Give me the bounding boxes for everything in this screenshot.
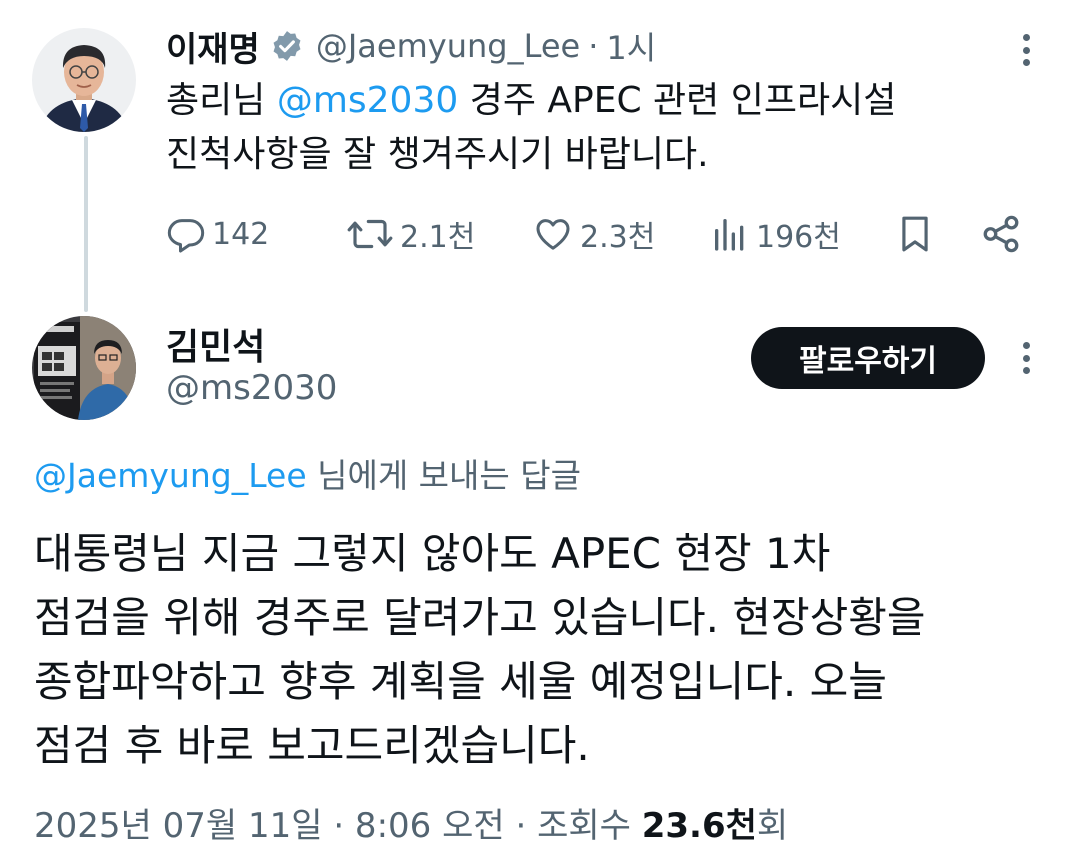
tweet2-text-line: 점검 후 바로 보고드리겠습니다. (34, 721, 590, 770)
verified-badge-icon (270, 29, 304, 63)
like-icon (536, 219, 570, 250)
like-count: 2.3천 (580, 220, 656, 255)
share-icon (983, 215, 1019, 253)
tweet2-text-line: 대통령님 지금 그렇지 않아도 APEC 현장 1차 (34, 529, 831, 578)
retweet-icon (347, 219, 393, 249)
reply-button[interactable]: 142 (166, 206, 269, 262)
tweet1-more-icon[interactable] (1014, 30, 1038, 70)
views-icon (715, 219, 744, 251)
tweet2-view-suffix: 회 (756, 806, 789, 846)
thread-connector-line (84, 136, 88, 312)
tweet1-mention-link[interactable]: @ms2030 (277, 80, 458, 121)
tweet1-author-handle[interactable]: @Jaemyung_Lee (316, 27, 580, 65)
retweet-button[interactable]: 2.1천 (346, 206, 475, 262)
tweet1-author-name[interactable]: 이재명 (166, 22, 260, 71)
tweet1-timestamp[interactable]: 1시 (606, 23, 656, 69)
replying-to-line: @Jaemyung_Lee 님에게 보내는 답글 (34, 449, 581, 497)
author-avatar-jaemyung[interactable] (32, 28, 136, 132)
tweet1-header: 이재명 @Jaemyung_Lee · 1시 (166, 20, 656, 72)
like-button[interactable]: 2.3천 (532, 206, 655, 262)
retweet-count: 2.1천 (400, 220, 476, 255)
author-avatar-minseok[interactable] (32, 316, 136, 420)
tweet2-view-count: 23.6천 (641, 806, 757, 846)
tweet1-text-line1-rest: 경주 APEC 관련 인프라시설 (458, 80, 897, 121)
tweet1-text-prefix: 총리님 (166, 80, 277, 121)
reply-count: 142 (212, 216, 270, 252)
tweet1-action-bar: 142 2.1천 2.3천 196천 (166, 206, 1036, 262)
tweet2-author-name[interactable]: 김민석 (166, 318, 265, 370)
share-button[interactable] (980, 206, 1022, 262)
bookmark-button[interactable] (896, 206, 934, 262)
bookmark-icon (902, 216, 928, 252)
views-button[interactable]: 196천 (710, 206, 841, 262)
tweet2-more-icon[interactable] (1014, 338, 1038, 378)
tweet2-metadata: 2025년 07월 11일 · 8:06 오전 · 조회수 23.6천회 (34, 798, 788, 847)
tweet2-date-time[interactable]: 2025년 07월 11일 · 8:06 오전 · 조회수 (34, 806, 642, 846)
reply-icon (167, 219, 205, 253)
reply-to-handle-link[interactable]: @Jaemyung_Lee (34, 456, 307, 495)
header-separator: · (588, 27, 599, 65)
tweet2-text-line: 종합파악하고 향후 계획을 세울 예정입니다. 오늘 (34, 657, 887, 706)
tweet2-text: 대통령님 지금 그렇지 않아도 APEC 현장 1차 점검을 위해 경주로 달려… (34, 522, 1064, 778)
tweet2-author-handle[interactable]: @ms2030 (166, 368, 337, 408)
tweet2-text-line: 점검을 위해 경주로 달려가고 있습니다. 현장상황을 (34, 593, 926, 642)
tweet1-text: 총리님 @ms2030 경주 APEC 관련 인프라시설 진척사항을 잘 챙겨주… (166, 74, 1026, 182)
views-count: 196천 (756, 220, 841, 255)
reply-to-suffix: 님에게 보내는 답글 (306, 456, 581, 495)
follow-button[interactable]: 팔로우하기 (751, 327, 985, 389)
tweet1-text-line2: 진척사항을 잘 챙겨주시기 바랍니다. (166, 134, 709, 175)
